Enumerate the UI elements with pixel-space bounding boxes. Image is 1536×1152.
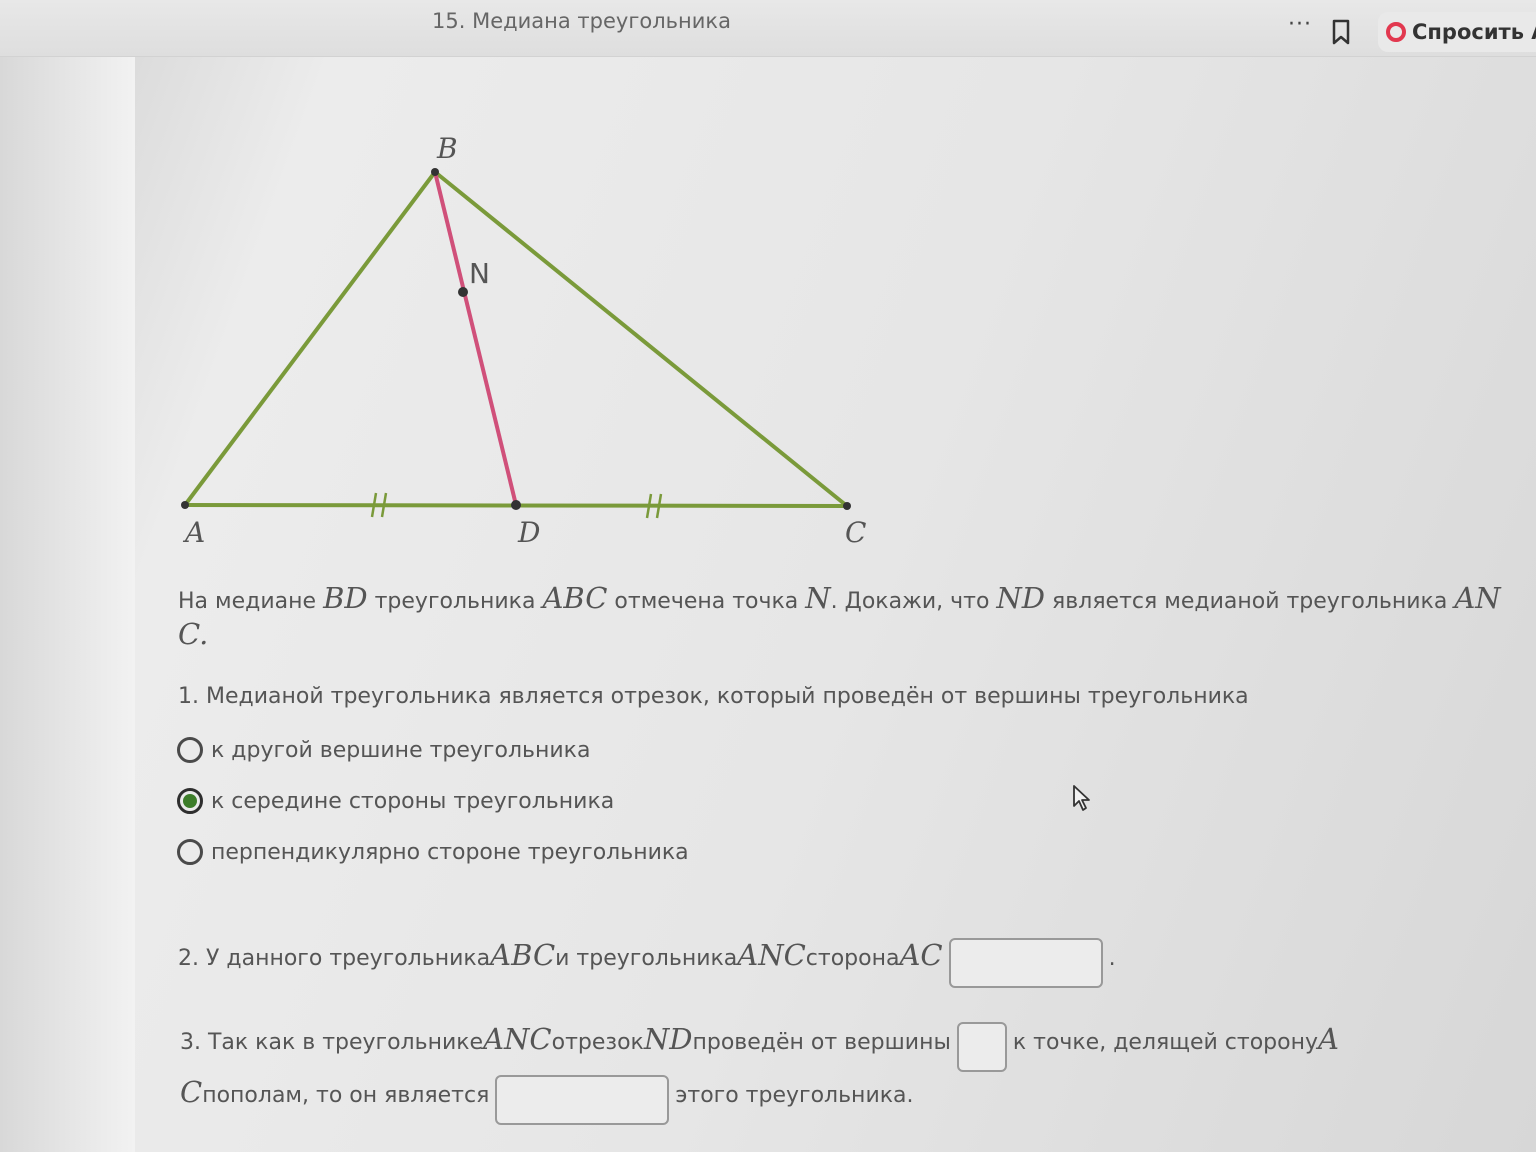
- q3-text: этого треугольника.: [675, 1083, 914, 1108]
- point-a: [181, 501, 189, 509]
- math-anc: ANC: [483, 1022, 552, 1056]
- option-other-vertex[interactable]: к другой вершине треугольника: [177, 737, 590, 763]
- q3-text: 3. Так как в треугольнике: [180, 1030, 484, 1055]
- q3-vertex-input[interactable]: [956, 1022, 1007, 1072]
- math-c: C: [178, 617, 200, 651]
- left-panel: [0, 40, 135, 1152]
- option-midpoint[interactable]: к середине стороны треугольника: [177, 788, 614, 814]
- mouse-cursor-icon: [1073, 785, 1090, 811]
- radio-button[interactable]: [177, 737, 203, 763]
- label-a: A: [182, 516, 205, 549]
- point-n: [458, 287, 468, 297]
- label-b: B: [436, 132, 458, 165]
- side-bc: [433, 170, 849, 508]
- ai-assistant-icon: [1386, 22, 1406, 42]
- point-d: [511, 500, 521, 510]
- math-an: AN: [1454, 581, 1501, 615]
- ask-ai-label: Спросить А: [1412, 20, 1536, 44]
- q2-text: 2. У данного треугольника: [178, 946, 491, 971]
- math-abc: ABC: [542, 581, 608, 615]
- triangle-figure: B N A D C: [181, 132, 866, 549]
- question-3-line-1: 3. Так как в треугольнике ANC отрезок ND…: [180, 1022, 1339, 1072]
- math-a: A: [1318, 1022, 1339, 1056]
- option-label: к другой вершине треугольника: [211, 737, 591, 763]
- option-label: перпендикулярно стороне треугольника: [211, 839, 689, 865]
- q2-answer-input[interactable]: [948, 938, 1103, 988]
- problem-text: отмечена точка: [607, 589, 806, 614]
- problem-text: . Докажи, что: [830, 589, 997, 614]
- question-2: 2. У данного треугольника ABC и треуголь…: [178, 938, 1116, 988]
- more-options-button[interactable]: ···: [1288, 12, 1312, 37]
- math-n: N: [805, 581, 831, 615]
- q2-period: .: [1108, 946, 1116, 971]
- problem-text: На медиане: [178, 589, 324, 614]
- radio-button-selected[interactable]: [177, 788, 203, 814]
- label-n: N: [469, 257, 490, 290]
- q3-text: отрезок: [551, 1030, 644, 1055]
- q3-text: к точке, делящей сторону: [1012, 1030, 1318, 1055]
- q3-term-input[interactable]: [495, 1075, 670, 1125]
- math-nd: ND: [643, 1022, 693, 1056]
- problem-text: треугольника: [367, 589, 543, 614]
- side-ab: [183, 170, 437, 507]
- q2-text: сторона: [805, 946, 900, 971]
- point-c: [843, 502, 851, 510]
- math-ac: AC: [899, 938, 943, 972]
- option-label: к середине стороны треугольника: [211, 788, 615, 814]
- math-bd: BD: [323, 581, 368, 615]
- problem-line-2: C.: [178, 618, 1508, 654]
- problem-statement: На медиане BD треугольника ABC отмечена …: [178, 582, 1508, 654]
- problem-text: является медианой треугольника: [1045, 589, 1455, 614]
- option-perpendicular[interactable]: перпендикулярно стороне треугольника: [177, 839, 689, 865]
- q3-text: проведён от вершины: [692, 1030, 951, 1055]
- triangle-abc: [183, 170, 849, 508]
- top-bar: 15. Медиана треугольника ··· Спросить А: [0, 0, 1536, 57]
- radio-dot: [183, 794, 197, 808]
- math-abc: ABC: [490, 938, 556, 972]
- label-c: C: [845, 516, 866, 549]
- label-d: D: [517, 516, 540, 549]
- median-bd: [433, 171, 518, 506]
- q2-text: и треугольника: [555, 946, 738, 971]
- question-1-text: 1. Медианой треугольника является отрезо…: [178, 684, 1249, 709]
- problem-period: .: [199, 617, 209, 651]
- question-3-line-2: C пополам, то он является этого треуголь…: [180, 1075, 914, 1125]
- lesson-title: 15. Медиана треугольника: [432, 9, 731, 33]
- q3-text: пополам, то он является: [202, 1083, 490, 1108]
- math-c: C: [180, 1075, 203, 1109]
- math-anc: ANC: [737, 938, 806, 972]
- radio-button[interactable]: [177, 839, 203, 865]
- point-b: [431, 168, 439, 176]
- ask-ai-button[interactable]: Спросить А: [1378, 12, 1536, 52]
- math-nd: ND: [996, 581, 1046, 615]
- bookmark-icon[interactable]: [1330, 18, 1352, 46]
